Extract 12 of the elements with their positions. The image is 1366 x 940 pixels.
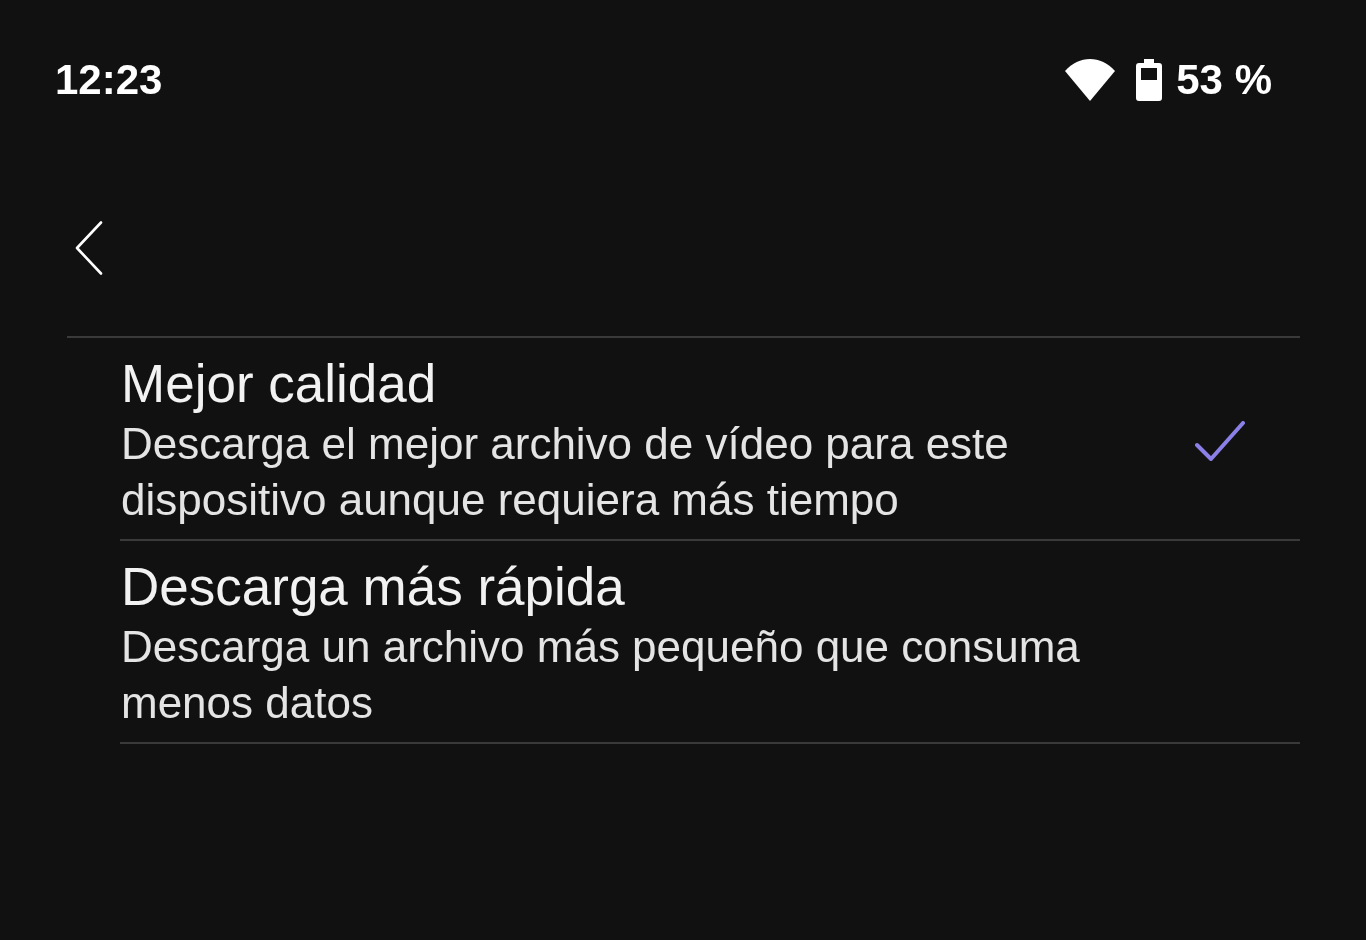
option-title: Descarga más rápida bbox=[121, 557, 625, 617]
option-row[interactable]: Mejor calidad Descarga el mejor archivo de vídeo para este dispositivo aunque requiera más tiempo bbox=[120, 338, 1300, 541]
option-row[interactable]: Descarga más rápida Descarga un archivo más pequeño que consuma menos datos bbox=[120, 541, 1300, 744]
option-description: Descarga el mejor archivo de vídeo para este dispositivo aunque requiera más tiempo bbox=[121, 418, 1010, 526]
wifi-icon bbox=[1065, 59, 1116, 101]
status-time: 12:23 bbox=[55, 55, 163, 105]
option-description: Descarga un archivo más pequeño que consuma menos datos bbox=[121, 621, 1081, 729]
back-button[interactable] bbox=[75, 221, 103, 275]
option-title: Mejor calidad bbox=[121, 354, 437, 414]
battery-icon bbox=[1136, 59, 1163, 101]
battery-percentage: 53 % bbox=[1176, 55, 1272, 105]
back-chevron-icon bbox=[75, 221, 103, 275]
